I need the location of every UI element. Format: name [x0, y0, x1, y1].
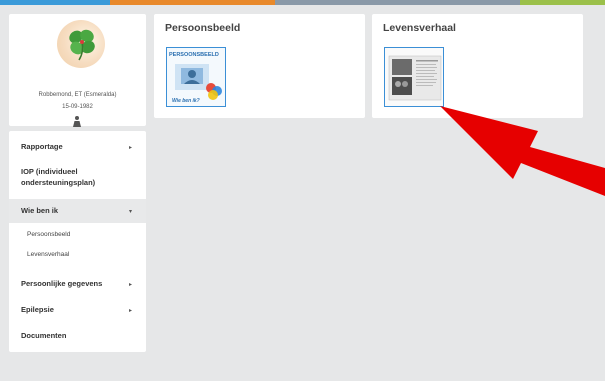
person-icon: [73, 116, 81, 127]
nav-item-label: Rapportage: [21, 142, 63, 151]
nav-subitem-persoonsbeeld[interactable]: Persoonsbeeld: [9, 231, 146, 238]
chevron-down-icon: ▾: [128, 209, 132, 215]
persoonsbeeld-thumbnail[interactable]: PERSOONSBEELD Wie ben ik?: [166, 47, 226, 107]
card-title: Levensverhaal: [383, 22, 456, 34]
top-bar-segment-blue: [0, 0, 110, 5]
top-bar-segment-gray: [275, 0, 520, 5]
profile-name: Robbemond, ET (Esmeralda): [38, 92, 117, 98]
nav-item-label: Wie ben ik: [21, 206, 59, 215]
nav-item-iop[interactable]: IOP (individueel ondersteuningsplan): [9, 166, 146, 188]
chevron-right-icon: ▸: [128, 145, 132, 151]
top-bar-segment-orange: [110, 0, 275, 5]
profile-card: Robbemond, ET (Esmeralda) 15-09-1982: [9, 14, 146, 127]
nav-item-documenten[interactable]: Documenten: [9, 330, 146, 341]
nav-item-wie-ben-ik[interactable]: Wie ben ik ▾: [9, 199, 146, 223]
sidebar-nav: Rapportage ▸ IOP (individueel ondersteun…: [9, 131, 146, 352]
nav-item-epilepsie[interactable]: Epilepsie ▸: [9, 304, 146, 315]
card-title: Persoonsbeeld: [165, 22, 241, 34]
levensverhaal-thumbnail[interactable]: [384, 47, 444, 107]
top-color-bar: [0, 0, 605, 5]
thumb-caption: Wie ben ik?: [172, 98, 200, 104]
thumb-heading: PERSOONSBEELD: [169, 52, 219, 58]
top-bar-segment-green: [520, 0, 605, 5]
card-levensverhaal: Levensverhaal: [372, 14, 583, 118]
chevron-right-icon: ▸: [128, 282, 132, 288]
profile-date-of-birth: 15-09-1982: [62, 104, 93, 110]
levensverhaal-image-icon: [385, 48, 443, 106]
chevron-right-icon: ▸: [128, 308, 132, 314]
nav-subitem-levensverhaal[interactable]: Levensverhaal: [9, 251, 146, 258]
card-persoonsbeeld: Persoonsbeeld PERSOONSBEELD Wie ben ik?: [154, 14, 365, 118]
nav-item-label: Persoonlijke gegevens: [21, 279, 103, 288]
nav-item-label-line2: ondersteuningsplan): [21, 178, 96, 187]
nav-item-label: Epilepsie: [21, 305, 54, 314]
nav-item-label: IOP (individueel: [21, 167, 78, 176]
nav-item-rapportage[interactable]: Rapportage ▸: [9, 141, 146, 152]
nav-item-label: Documenten: [21, 331, 67, 340]
nav-item-persoonlijke-gegevens[interactable]: Persoonlijke gegevens ▸: [9, 278, 146, 289]
clover-icon[interactable]: [57, 20, 105, 68]
